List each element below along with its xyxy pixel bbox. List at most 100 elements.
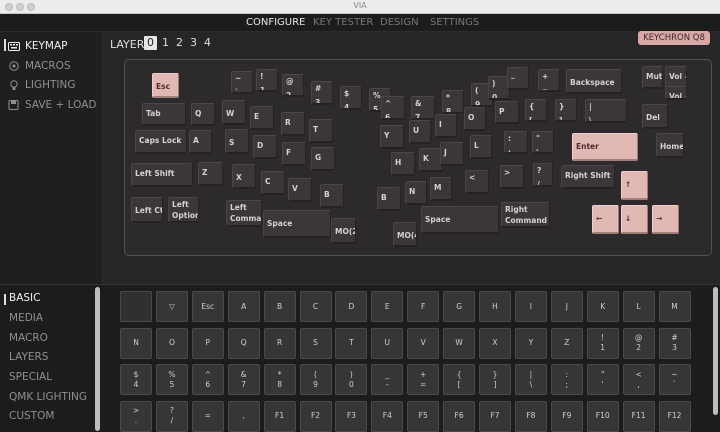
key-j[interactable]: J	[440, 142, 464, 166]
palette-key[interactable]: M	[658, 291, 691, 322]
key-mute[interactable]: Mute	[642, 66, 663, 89]
key-home[interactable]: Home	[656, 133, 684, 158]
key-mo2[interactable]: MO(2)	[331, 218, 356, 244]
key-s[interactable]: S	[225, 129, 249, 154]
key-q[interactable]: Q	[191, 103, 215, 126]
palette-key[interactable]: U	[371, 327, 404, 359]
palette-key[interactable]: F10	[586, 400, 619, 432]
palette-key[interactable]: F2	[299, 400, 332, 432]
key-bslash[interactable]: | \	[585, 99, 627, 123]
palette-key[interactable]: _ -	[371, 364, 404, 395]
palette-key[interactable]: N	[120, 327, 152, 359]
palette-key[interactable]: F5	[407, 400, 440, 432]
key-quote[interactable]: " '	[532, 131, 554, 154]
palette-key[interactable]: E	[371, 291, 404, 322]
layer-3-button[interactable]: 3	[187, 36, 200, 50]
palette-key[interactable]: F12	[658, 400, 691, 432]
palette-key[interactable]: K	[586, 291, 619, 322]
key-rshift[interactable]: Right Shift	[561, 165, 615, 189]
key-del[interactable]: Del	[642, 104, 668, 129]
palette-key[interactable]: F7	[479, 400, 511, 432]
category-media[interactable]: MEDIA	[9, 312, 43, 324]
palette-key[interactable]: X	[479, 327, 511, 359]
key-mo4[interactable]: MO(4)	[393, 222, 417, 247]
key-u[interactable]: U	[409, 120, 431, 144]
key-a[interactable]: A	[189, 130, 212, 154]
palette-scrollbar[interactable]	[713, 287, 718, 415]
palette-key[interactable]: F1	[263, 400, 296, 432]
palette-key[interactable]: @2	[622, 327, 655, 359]
layer-2-button[interactable]: 2	[173, 36, 186, 50]
key-k8[interactable]: * 8	[442, 90, 464, 114]
key-k6[interactable]: ^ 6	[381, 96, 405, 120]
key-c[interactable]: C	[261, 171, 285, 195]
palette-key[interactable]: Z	[550, 327, 583, 359]
key-k4[interactable]: $4	[340, 86, 362, 110]
palette-key[interactable]: F9	[550, 400, 583, 432]
palette-key[interactable]: G	[443, 291, 476, 322]
tab-design[interactable]: DESIGN	[380, 17, 419, 28]
key-o[interactable]: O	[464, 107, 486, 131]
layer-1-button[interactable]: 1	[159, 36, 172, 50]
palette-key[interactable]: Q	[227, 327, 260, 359]
key-lctrl[interactable]: Left Ctrl	[131, 197, 163, 223]
key-comma[interactable]: <,	[465, 170, 489, 194]
key-right[interactable]: →	[652, 205, 679, 234]
key-b2[interactable]: B	[377, 187, 401, 211]
key-h[interactable]: H	[391, 152, 415, 176]
palette-key[interactable]: ^ 6	[191, 364, 224, 395]
key-e[interactable]: E	[250, 106, 274, 130]
key-tab[interactable]: Tab	[142, 103, 186, 126]
palette-key[interactable]: =	[191, 400, 224, 432]
palette-key[interactable]: <,	[622, 364, 655, 395]
tab-settings[interactable]: SETTINGS	[430, 17, 479, 28]
palette-key[interactable]: #3	[658, 327, 691, 359]
key-enter[interactable]: Enter	[572, 133, 638, 161]
key-up[interactable]: ↑	[621, 171, 648, 200]
key-semi[interactable]: :;	[504, 131, 528, 154]
key-dot[interactable]: >.	[500, 165, 524, 189]
key-g[interactable]: G	[311, 147, 335, 171]
sidebar-item-save-load[interactable]: SAVE + LOAD	[8, 97, 97, 113]
palette-key[interactable]: {[	[443, 364, 476, 395]
palette-key[interactable]: $4	[120, 364, 152, 395]
category-custom[interactable]: CUSTOM	[9, 410, 54, 422]
sidebar-item-macros[interactable]: MACROS	[8, 58, 71, 74]
palette-key[interactable]: S	[299, 327, 332, 359]
palette-key[interactable]: (9	[299, 364, 332, 395]
key-volup[interactable]: Vol +	[665, 86, 687, 100]
key-n[interactable]: N	[405, 181, 427, 205]
key-r[interactable]: R	[281, 112, 305, 136]
key-rcmd[interactable]: Right Command	[501, 202, 550, 228]
palette-key[interactable]: F6	[443, 400, 476, 432]
palette-key[interactable]: F4	[371, 400, 404, 432]
key-lshift[interactable]: Left Shift	[131, 163, 193, 187]
palette-key[interactable]: F3	[335, 400, 368, 432]
key-down[interactable]: ↓	[621, 205, 648, 234]
palette-key[interactable]: C	[299, 291, 332, 322]
palette-key[interactable]: R	[263, 327, 296, 359]
key-l[interactable]: L	[470, 135, 492, 159]
key-z[interactable]: Z	[198, 162, 223, 186]
palette-key[interactable]: + =	[407, 364, 440, 395]
category-qmk-lighting[interactable]: QMK LIGHTING	[9, 391, 87, 403]
key-lbr[interactable]: {[	[525, 99, 547, 122]
key-t[interactable]: T	[309, 119, 333, 143]
key-slash[interactable]: ? /	[533, 163, 553, 187]
palette-key[interactable]: W	[443, 327, 476, 359]
key-k7[interactable]: & 7	[411, 96, 435, 120]
palette-key[interactable]: ) 0	[335, 364, 368, 395]
palette-key[interactable]: | \	[514, 364, 547, 395]
palette-key[interactable]: Esc	[191, 291, 224, 322]
category-special[interactable]: SPECIAL	[9, 371, 52, 383]
key-minus[interactable]: _ -	[507, 67, 529, 90]
key-k1[interactable]: ! 1	[256, 69, 278, 92]
tab-configure[interactable]: CONFIGURE	[246, 17, 305, 28]
palette-key[interactable]: ▽	[155, 291, 188, 322]
tab-key-tester[interactable]: KEY TESTER	[313, 17, 373, 28]
key-p[interactable]: P	[495, 101, 519, 124]
key-v[interactable]: V	[288, 178, 312, 202]
palette-key[interactable]: I	[514, 291, 547, 322]
palette-key[interactable]: F8	[514, 400, 547, 432]
palette-key[interactable]: O	[155, 327, 188, 359]
